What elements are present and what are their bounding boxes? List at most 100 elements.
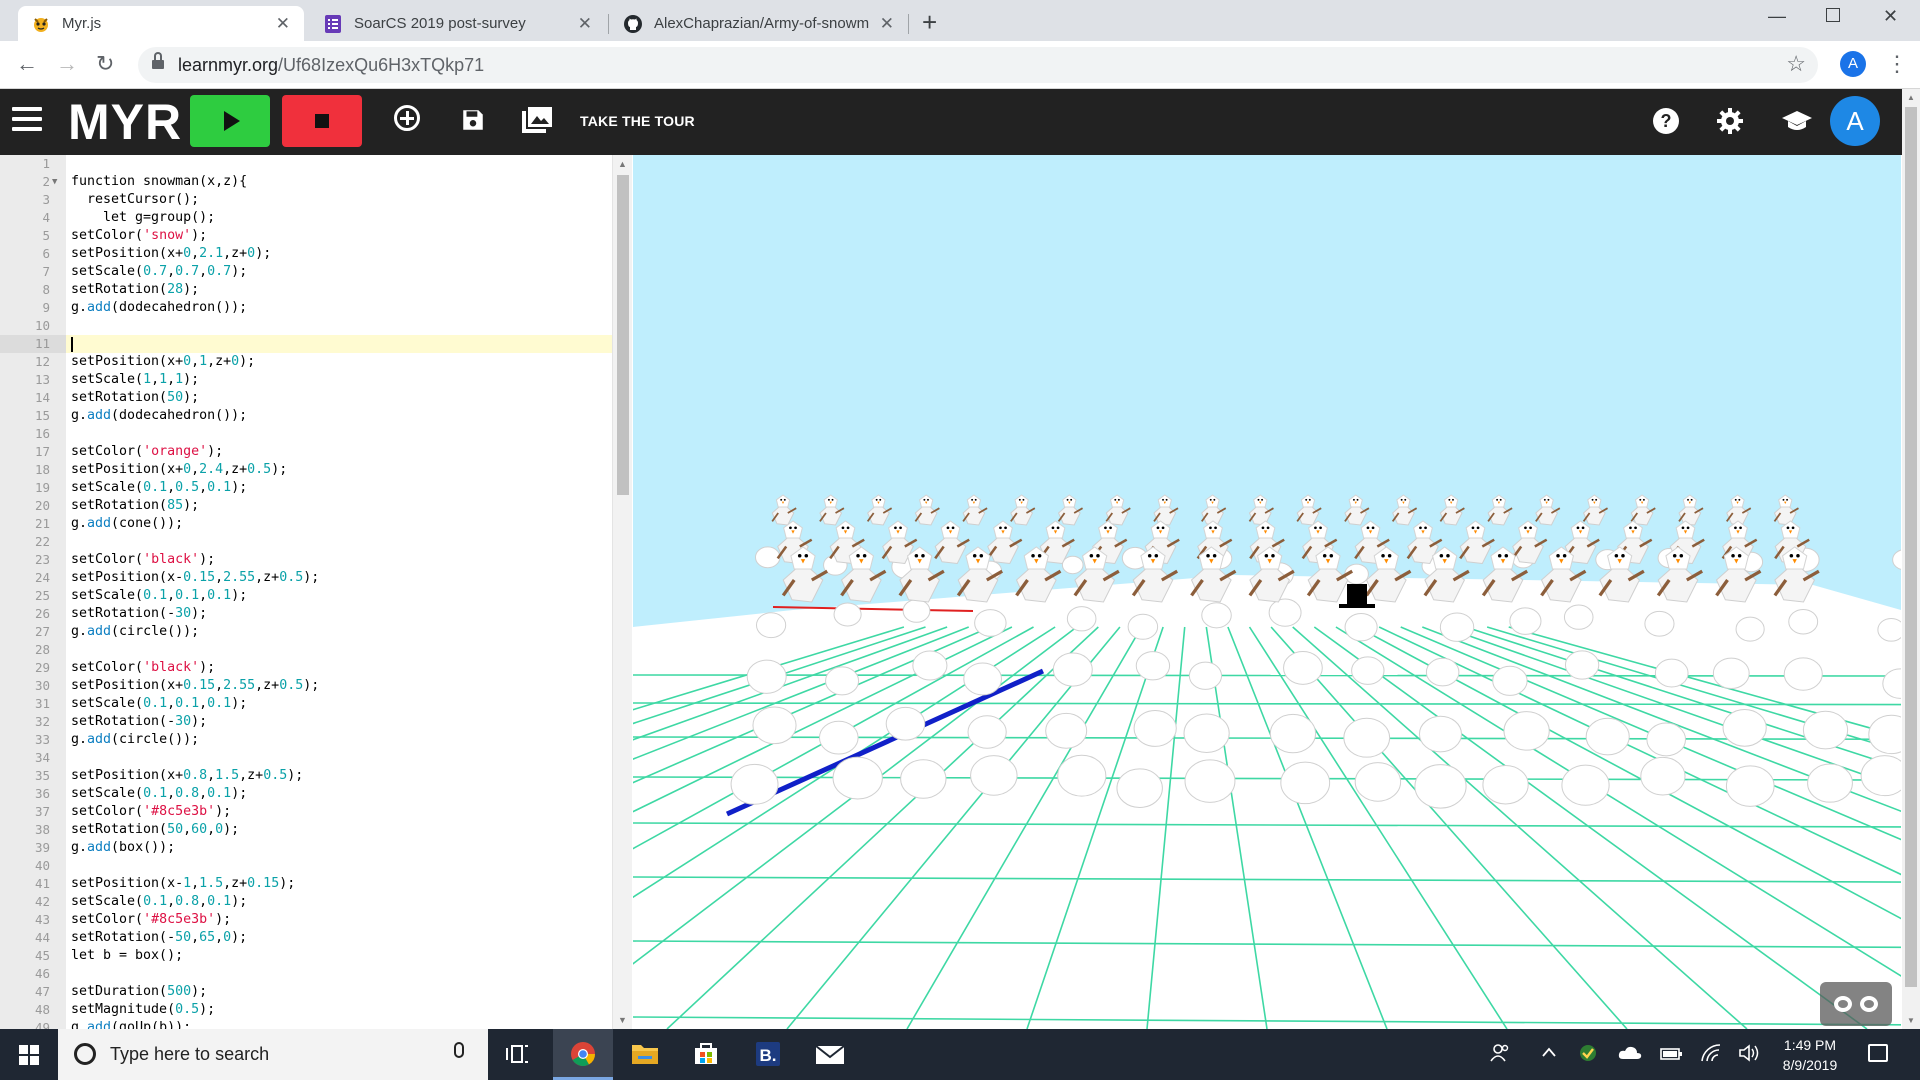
code-line[interactable]: 26 setRotation(-30);	[0, 605, 612, 623]
code-line[interactable]: 1	[0, 155, 612, 173]
code-line[interactable]: 47 setDuration(500);	[0, 983, 612, 1001]
bookmark-star-icon[interactable]: ☆	[1786, 51, 1806, 77]
scene-gallery-icon[interactable]	[522, 107, 552, 138]
code-line[interactable]: 5 setColor('snow');	[0, 227, 612, 245]
code-line[interactable]: 6 setPosition(x+0,2.1,z+0);	[0, 245, 612, 263]
code-line[interactable]: 31 setScale(0.1,0.1,0.1);	[0, 695, 612, 713]
code-lines[interactable]: 1 2 ▼ function snowman(x,z){3 resetCursor()…	[0, 155, 612, 1029]
browser-menu-icon[interactable]: ⋮	[1886, 51, 1908, 77]
show-hidden-icons-chevron-icon[interactable]	[1540, 1043, 1558, 1068]
file-explorer-icon[interactable]	[615, 1029, 675, 1080]
code-line[interactable]: 22	[0, 533, 612, 551]
taskbar-clock[interactable]: 1:49 PM 8/9/2019	[1770, 1035, 1850, 1075]
scroll-up-arrow-icon[interactable]: ▲	[1907, 93, 1915, 102]
back-arrow-icon[interactable]: ←	[16, 51, 38, 77]
code-line[interactable]: 34	[0, 749, 612, 767]
save-icon[interactable]	[460, 107, 486, 138]
tab-myr[interactable]: Myr.js ✕	[18, 6, 304, 41]
code-line[interactable]: 30 setPosition(x+0.15,2.55,z+0.5);	[0, 677, 612, 695]
code-line[interactable]: 36 setScale(0.1,0.8,0.1);	[0, 785, 612, 803]
code-line[interactable]: 28	[0, 641, 612, 659]
lock-icon[interactable]	[152, 52, 164, 69]
restore-window-icon[interactable]	[1826, 8, 1840, 22]
code-line[interactable]: 4 let g=group();	[0, 209, 612, 227]
code-line[interactable]: 43 setColor('#8c5e3b');	[0, 911, 612, 929]
code-editor[interactable]: 1 2 ▼ function snowman(x,z){3 resetCursor()…	[0, 155, 632, 1029]
stop-button[interactable]	[282, 95, 362, 147]
code-line[interactable]: 7 setScale(0.7,0.7,0.7);	[0, 263, 612, 281]
code-line[interactable]: 20 setRotation(85);	[0, 497, 612, 515]
code-line[interactable]: 32 setRotation(-30);	[0, 713, 612, 731]
page-scrollbar[interactable]: ▲ ▼	[1902, 89, 1920, 1029]
editor-scroll-thumb[interactable]	[617, 175, 629, 495]
help-icon[interactable]: ?	[1652, 107, 1680, 140]
scene-canvas[interactable]	[633, 155, 1901, 1029]
code-line[interactable]: 19 setScale(0.1,0.5,0.1);	[0, 479, 612, 497]
run-button[interactable]	[190, 95, 270, 147]
add-new-icon[interactable]	[394, 105, 420, 131]
tab-survey[interactable]: SoarCS 2019 post-survey ✕	[310, 6, 606, 41]
action-center-notification-icon[interactable]	[1868, 1044, 1888, 1062]
onedrive-cloud-icon[interactable]	[1618, 1043, 1642, 1068]
chrome-taskbar-icon[interactable]	[553, 1029, 613, 1080]
code-line[interactable]: 27 g.add(circle());	[0, 623, 612, 641]
editor-scrollbar[interactable]: ▲ ▼	[612, 155, 632, 1029]
gear-icon[interactable]	[1716, 107, 1744, 140]
code-line[interactable]: 49 g.add(goUp(b));	[0, 1019, 612, 1029]
tab-github[interactable]: AlexChaprazian/Army-of-snowm ✕	[610, 6, 908, 41]
code-line[interactable]: 44 setRotation(-50,65,0);	[0, 929, 612, 947]
code-line[interactable]: 38 setRotation(50,60,0);	[0, 821, 612, 839]
code-line[interactable]: 12 setPosition(x+0,1,z+0);	[0, 353, 612, 371]
battery-icon[interactable]	[1660, 1043, 1684, 1068]
security-status-icon[interactable]	[1578, 1043, 1598, 1068]
code-line[interactable]: 40	[0, 857, 612, 875]
wifi-icon[interactable]	[1700, 1043, 1722, 1068]
start-button[interactable]	[0, 1029, 58, 1080]
code-line[interactable]: 18 setPosition(x+0,2.4,z+0.5);	[0, 461, 612, 479]
close-tab-icon[interactable]: ✕	[880, 14, 894, 34]
code-line[interactable]: 42 setScale(0.1,0.8,0.1);	[0, 893, 612, 911]
code-line[interactable]: 14 setRotation(50);	[0, 389, 612, 407]
scene-viewport[interactable]	[633, 155, 1901, 1029]
booking-app-icon[interactable]: B.	[738, 1029, 798, 1080]
code-line[interactable]: 41 setPosition(x-1,1.5,z+0.15);	[0, 875, 612, 893]
page-scroll-thumb[interactable]	[1905, 107, 1917, 987]
code-line[interactable]: 11	[0, 335, 612, 353]
code-line[interactable]: 16	[0, 425, 612, 443]
browser-profile-avatar[interactable]: A	[1840, 51, 1866, 77]
microsoft-store-icon[interactable]	[676, 1029, 736, 1080]
code-line[interactable]: 13 setScale(1,1,1);	[0, 371, 612, 389]
reload-icon[interactable]: ↻	[96, 51, 114, 77]
volume-speaker-icon[interactable]	[1738, 1043, 1760, 1068]
hamburger-menu-icon[interactable]	[12, 107, 42, 131]
close-tab-icon[interactable]: ✕	[578, 14, 592, 34]
taskbar-search-box[interactable]: Type here to search	[58, 1029, 488, 1080]
code-line[interactable]: 24 setPosition(x-0.15,2.55,z+0.5);	[0, 569, 612, 587]
code-line[interactable]: 29 setColor('black');	[0, 659, 612, 677]
courses-graduation-cap-icon[interactable]	[1782, 111, 1812, 138]
code-line[interactable]: 23 setColor('black');	[0, 551, 612, 569]
code-line[interactable]: 37 setColor('#8c5e3b');	[0, 803, 612, 821]
new-tab-plus-icon[interactable]: +	[922, 7, 937, 38]
close-tab-icon[interactable]: ✕	[276, 14, 290, 34]
vr-headset-button[interactable]	[1820, 982, 1892, 1026]
minimize-window-icon[interactable]: —	[1768, 6, 1786, 27]
scroll-down-arrow-icon[interactable]: ▼	[618, 1015, 627, 1025]
code-line[interactable]: 15 g.add(dodecahedron());	[0, 407, 612, 425]
code-line[interactable]: 48 setMagnitude(0.5);	[0, 1001, 612, 1019]
take-the-tour-button[interactable]: TAKE THE TOUR	[580, 113, 695, 129]
code-line[interactable]: 8 setRotation(28);	[0, 281, 612, 299]
user-avatar[interactable]: A	[1830, 96, 1880, 146]
code-line[interactable]: 10	[0, 317, 612, 335]
scroll-down-arrow-icon[interactable]: ▼	[1907, 1016, 1915, 1025]
close-window-icon[interactable]: ✕	[1883, 6, 1898, 27]
code-line[interactable]: 35 setPosition(x+0.8,1.5,z+0.5);	[0, 767, 612, 785]
fold-arrow-icon[interactable]: ▼	[52, 173, 57, 191]
code-line[interactable]: 21 g.add(cone());	[0, 515, 612, 533]
code-line[interactable]: 9 g.add(dodecahedron());	[0, 299, 612, 317]
code-line[interactable]: 17 setColor('orange');	[0, 443, 612, 461]
code-line[interactable]: 33 g.add(circle());	[0, 731, 612, 749]
microphone-icon[interactable]	[454, 1042, 464, 1058]
code-line[interactable]: 2 ▼ function snowman(x,z){	[0, 173, 612, 191]
url-text[interactable]: learnmyr.org/Uf68IzexQu6H3xTQkp71	[178, 55, 484, 76]
